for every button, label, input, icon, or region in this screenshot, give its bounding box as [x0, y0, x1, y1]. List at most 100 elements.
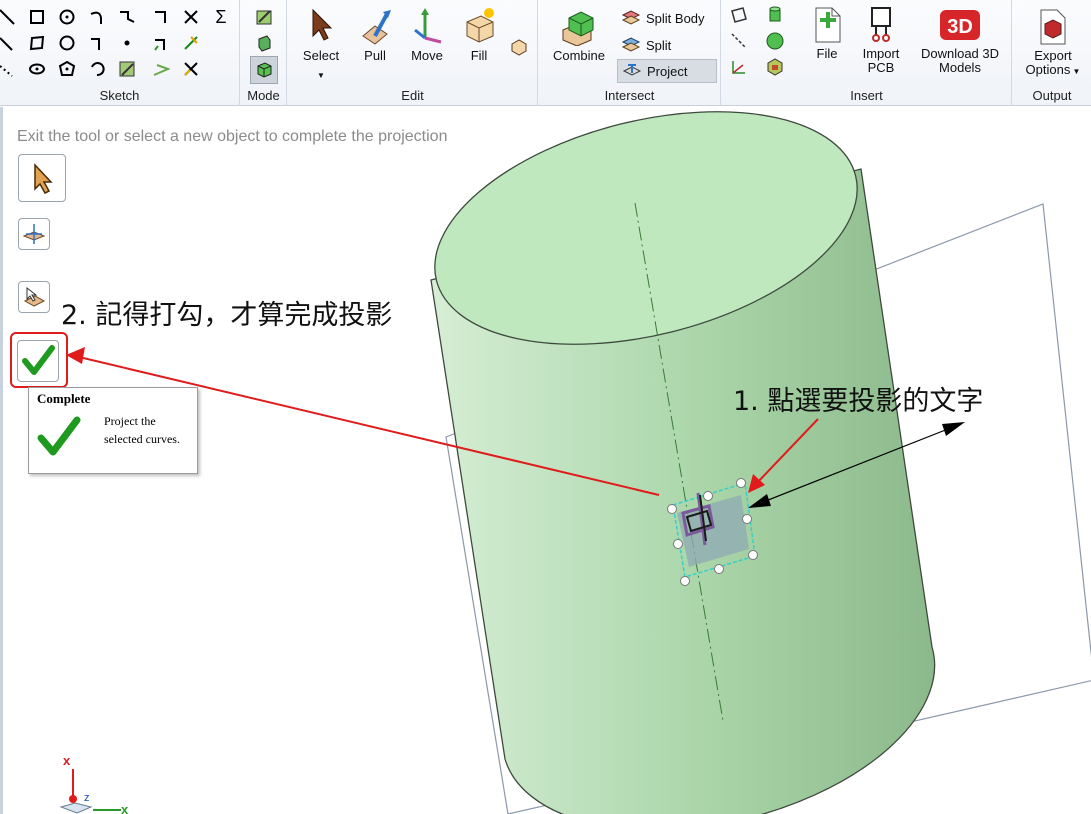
- axis-x-label: x: [63, 753, 71, 768]
- 3d-mode-button[interactable]: [250, 56, 278, 84]
- file-label: File: [816, 46, 838, 61]
- export-dropdown-icon[interactable]: ▼: [1070, 67, 1081, 76]
- polygon-tool-icon[interactable]: [26, 32, 48, 54]
- cylinder-icon[interactable]: [764, 4, 786, 26]
- target-face-icon: [23, 286, 46, 307]
- complete-highlight: [10, 332, 68, 388]
- trim-tool-icon[interactable]: [180, 6, 202, 28]
- pull-label: Pull: [364, 48, 386, 63]
- split-body-button[interactable]: Split Body: [617, 6, 717, 30]
- file-button[interactable]: File: [804, 4, 850, 61]
- download-3d-label: Download 3D Models: [920, 46, 1000, 75]
- slot-tool-icon[interactable]: [26, 58, 48, 80]
- split-body-icon: [621, 10, 641, 25]
- project-icon: [622, 64, 642, 76]
- axis-line-icon[interactable]: [728, 30, 750, 52]
- combine-button[interactable]: Combine: [547, 6, 611, 63]
- ribbon-toolbar: Σ Sketch Mode Select ▼ Pull Move Fill Ed…: [0, 0, 1091, 106]
- select-tool-guide[interactable]: [18, 154, 66, 202]
- spline-tool-icon[interactable]: [116, 6, 138, 28]
- checkmark-icon: [37, 416, 81, 456]
- axis-triad: x z x: [59, 753, 129, 814]
- split-icon: [621, 37, 641, 52]
- project-label: Project: [647, 63, 688, 79]
- replace-face-icon[interactable]: [508, 36, 530, 58]
- select-target-guide[interactable]: [18, 281, 50, 313]
- ellipse-tool-icon[interactable]: [56, 32, 78, 54]
- line-tool-icon[interactable]: [0, 6, 18, 28]
- annotation-step2: 2. 記得打勾，才算完成投影: [61, 300, 393, 331]
- origin-icon[interactable]: [728, 56, 750, 78]
- split-body-label: Split Body: [646, 10, 705, 26]
- move-button[interactable]: Move: [402, 6, 452, 63]
- select-direction-guide[interactable]: [18, 218, 50, 250]
- mode-group-label: Mode: [247, 88, 280, 103]
- tooltip-title: Complete: [37, 391, 91, 406]
- direction-icon: [22, 224, 46, 244]
- select-dropdown-icon[interactable]: ▼: [296, 69, 346, 83]
- move-icon: [414, 8, 442, 44]
- project-button[interactable]: Project: [617, 59, 717, 83]
- fill-icon: [466, 8, 494, 43]
- output-group-label: Output: [1032, 88, 1072, 103]
- annotation-step1: 1. 點選要投影的文字: [733, 386, 984, 417]
- axis-z-label: z: [84, 792, 90, 804]
- complete-tooltip: Complete Project the selected curves.: [28, 387, 198, 474]
- split-label: Split: [646, 37, 672, 53]
- edit-group: Select ▼ Pull Move Fill Edit: [288, 0, 538, 106]
- svg-text:x: x: [121, 802, 129, 814]
- extend-tool-icon[interactable]: [150, 32, 172, 54]
- export-options-button[interactable]: Export Options ▼: [1017, 6, 1089, 79]
- download-3d-button[interactable]: 3D Download 3D Models: [914, 4, 1006, 75]
- point-tool-icon[interactable]: [116, 32, 138, 54]
- sketch-pencil-icon[interactable]: [116, 58, 138, 80]
- offset-tool-icon[interactable]: [0, 32, 18, 54]
- shell-icon[interactable]: [764, 56, 786, 78]
- pull-button[interactable]: Pull: [350, 6, 400, 63]
- cursor-arrow-icon: [312, 8, 333, 41]
- output-group: Export Options ▼ Output: [1013, 0, 1091, 106]
- import-pcb-icon: [871, 7, 891, 42]
- tooltip-description: Project the selected curves.: [104, 414, 180, 446]
- mode-group: Mode: [241, 0, 287, 106]
- import-pcb-label: Import PCB: [862, 46, 900, 75]
- fill-button[interactable]: Fill: [454, 6, 504, 63]
- sigma-tool-icon[interactable]: Σ: [210, 6, 232, 28]
- combine-label: Combine: [552, 48, 606, 63]
- edit-group-label: Edit: [401, 88, 424, 103]
- section-mode-icon[interactable]: [253, 32, 275, 54]
- plane-icon[interactable]: [728, 4, 750, 26]
- sketch-group: Σ Sketch: [0, 0, 240, 106]
- split-button[interactable]: Split: [617, 33, 717, 57]
- 3d-mode-icon: [257, 62, 272, 78]
- mirror-tool-icon[interactable]: [180, 58, 202, 80]
- insert-file-icon: [815, 7, 841, 43]
- fillet-tool-icon[interactable]: [86, 32, 108, 54]
- split-line-icon[interactable]: [180, 32, 202, 54]
- select-button[interactable]: Select ▼: [296, 6, 346, 83]
- svg-text:3D: 3D: [947, 16, 973, 38]
- rectangle-tool-icon[interactable]: [26, 6, 48, 28]
- three-point-arc-icon[interactable]: [86, 58, 108, 80]
- download-3d-icon: 3D: [940, 10, 980, 40]
- 3d-viewport[interactable]: Exit the tool or select a new object to …: [0, 107, 1091, 814]
- dotted-line-icon[interactable]: [0, 58, 18, 80]
- move-label: Move: [411, 48, 443, 63]
- circle-tool-icon[interactable]: [56, 6, 78, 28]
- sphere-icon[interactable]: [764, 30, 786, 52]
- intersect-group: Combine Split Body Split Project Interse…: [539, 0, 721, 106]
- select-label: Select: [302, 48, 340, 63]
- arc-tool-icon[interactable]: [86, 6, 108, 28]
- tangent-arc-icon[interactable]: [150, 6, 172, 28]
- insert-group-label: Insert: [850, 88, 883, 103]
- pull-icon: [362, 10, 391, 45]
- project-curve-icon[interactable]: [150, 58, 172, 80]
- intersect-group-label: Intersect: [604, 88, 655, 103]
- import-pcb-button[interactable]: Import PCB: [852, 4, 910, 75]
- polygon-center-icon[interactable]: [56, 58, 78, 80]
- combine-icon: [562, 11, 594, 46]
- cursor-arrow-icon: [34, 163, 53, 194]
- insert-group: File Import PCB 3D Download 3D Models In…: [722, 0, 1012, 106]
- fill-label: Fill: [470, 48, 488, 63]
- sketch-mode-icon[interactable]: [253, 6, 275, 28]
